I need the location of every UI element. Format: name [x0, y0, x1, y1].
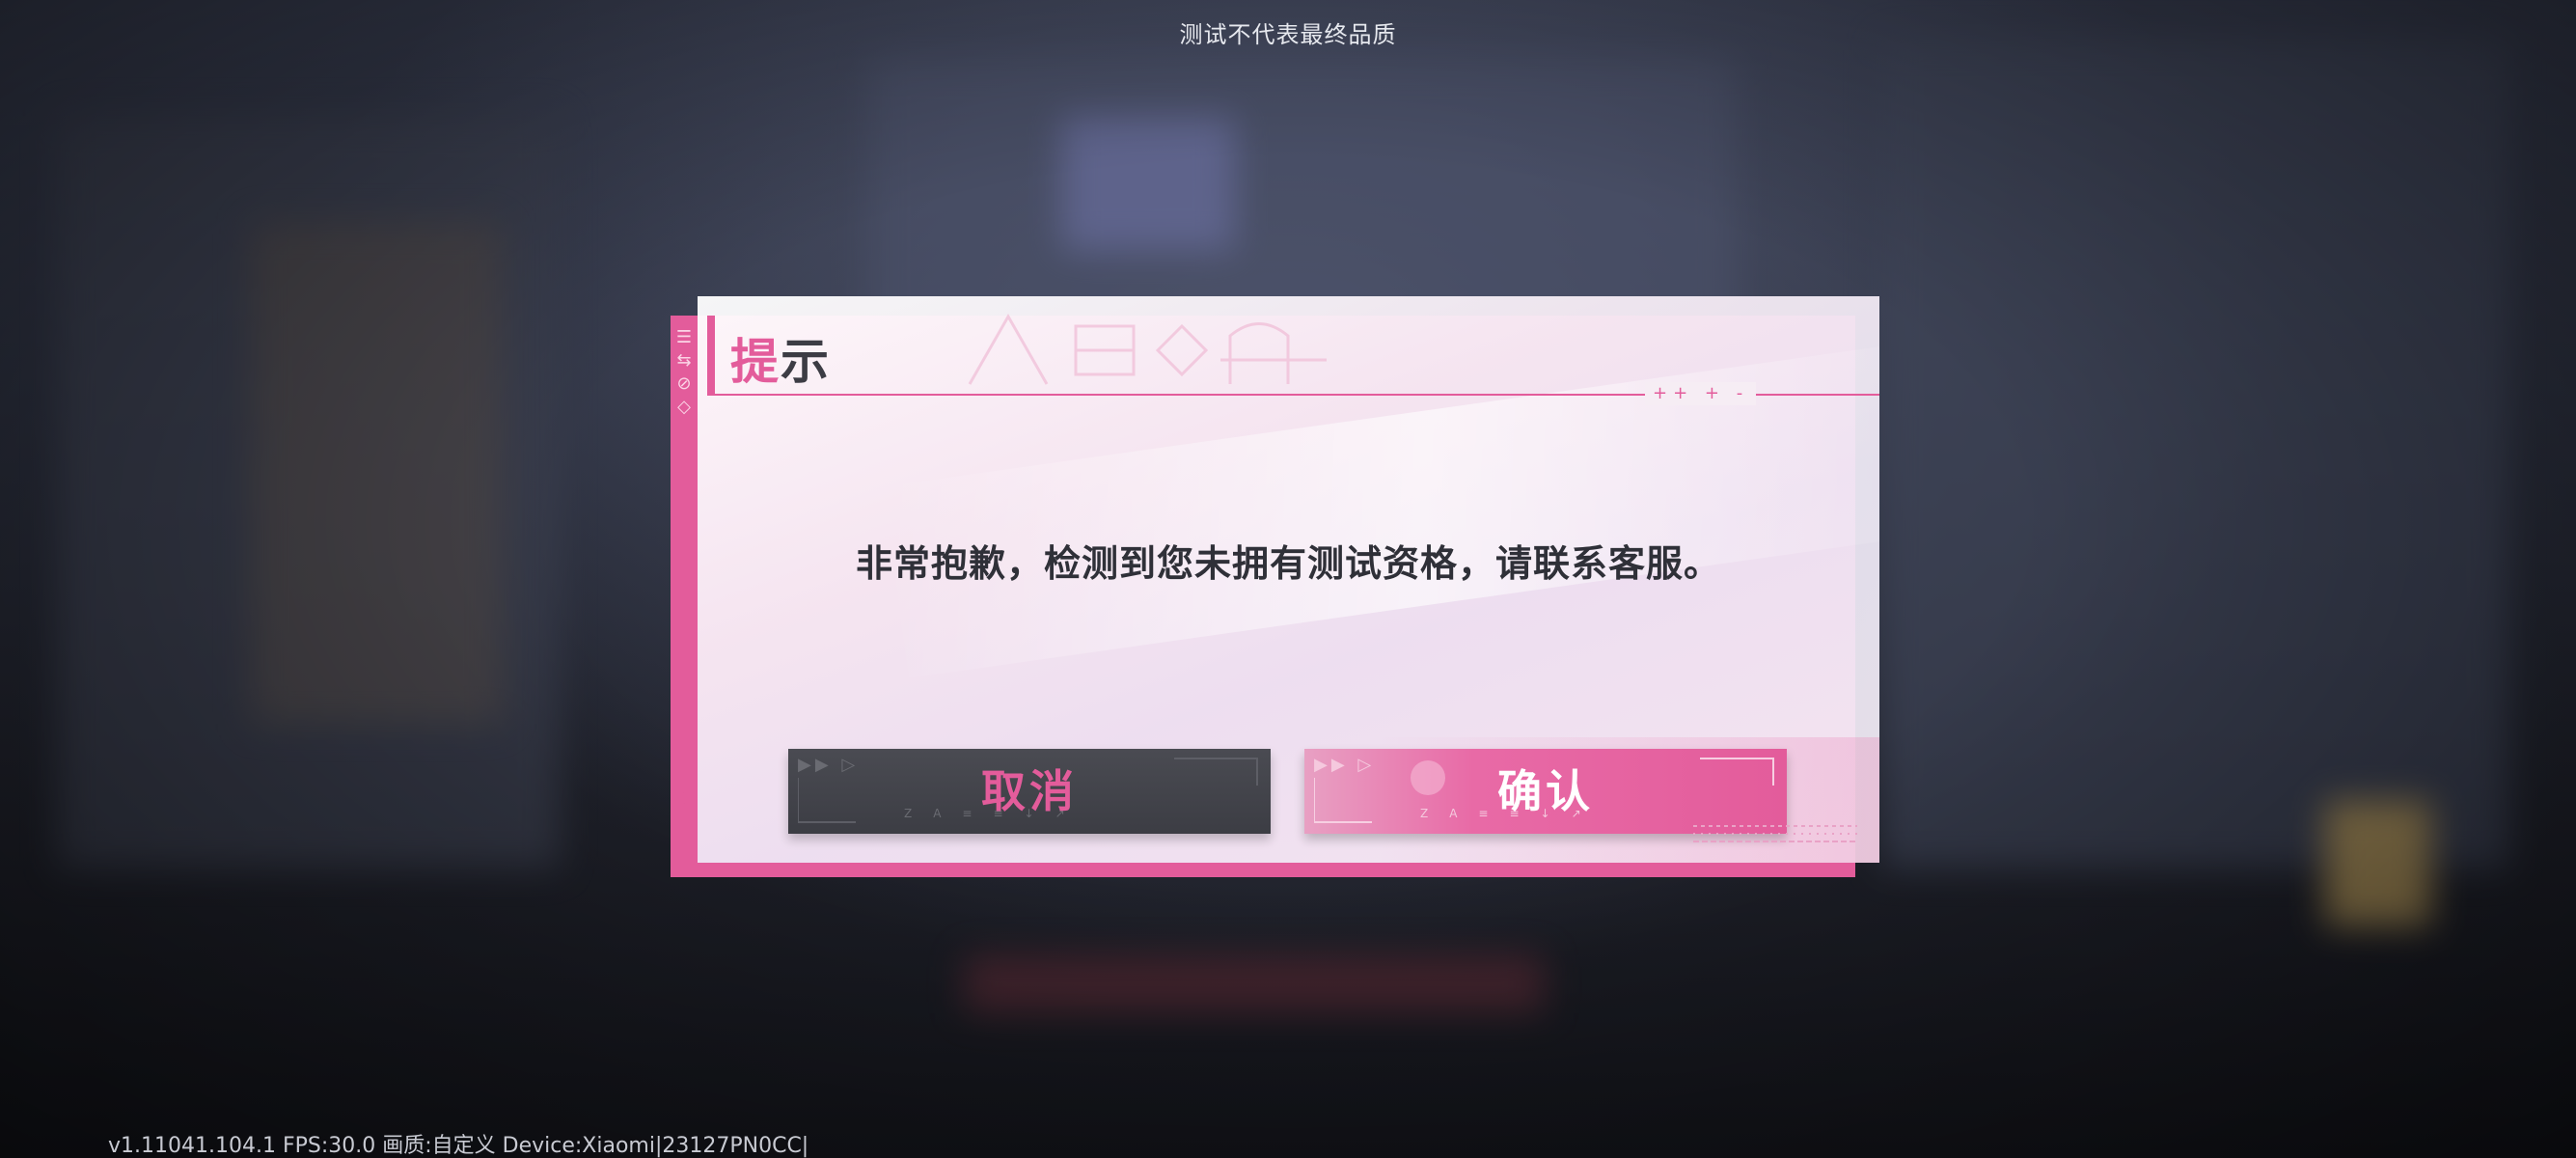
title-decoration: ++ + - — [1645, 382, 1757, 405]
game-screen: 测试不代表最终品质 ☰ ⇆ ⊘ ◇ 提示 ++ + - 非常抱歉，检测到您未拥有… — [0, 0, 2576, 1158]
arrows-icon: ⇆ — [676, 350, 692, 371]
confirm-button-label: 确认 — [1497, 765, 1594, 817]
pointer-icon: ◀ — [673, 787, 686, 806]
corner-stripes-decoration — [1693, 825, 1857, 842]
test-quality-notice: 测试不代表最终品质 — [1179, 21, 1397, 48]
version-info: v1.11041.104.1 FPS:30.0 画质:自定义 Device:Xi… — [108, 1134, 809, 1158]
slash-circle-icon: ⊘ — [676, 373, 692, 394]
cancel-button-label: 取消 — [981, 765, 1078, 817]
cancel-button[interactable]: ▶▶ ▷ ZA≡≡↓↗ 取消 — [788, 749, 1271, 834]
title-accent-bar — [707, 316, 715, 395]
confirm-button[interactable]: ▶▶ ▷ ZA≡≡↓↗ 确认 — [1304, 749, 1787, 834]
menu-lines-icon: ☰ — [675, 327, 693, 347]
dialog-title-rest: 示 — [781, 333, 831, 390]
diamond-icon: ◇ — [677, 397, 691, 417]
dialog-message: 非常抱歉，检测到您未拥有测试资格，请联系客服。 — [855, 542, 1721, 585]
title-watermark-pattern — [968, 313, 1327, 385]
dialog-title-first-char: 提 — [730, 333, 781, 390]
dialog-title: 提示 — [730, 323, 831, 393]
